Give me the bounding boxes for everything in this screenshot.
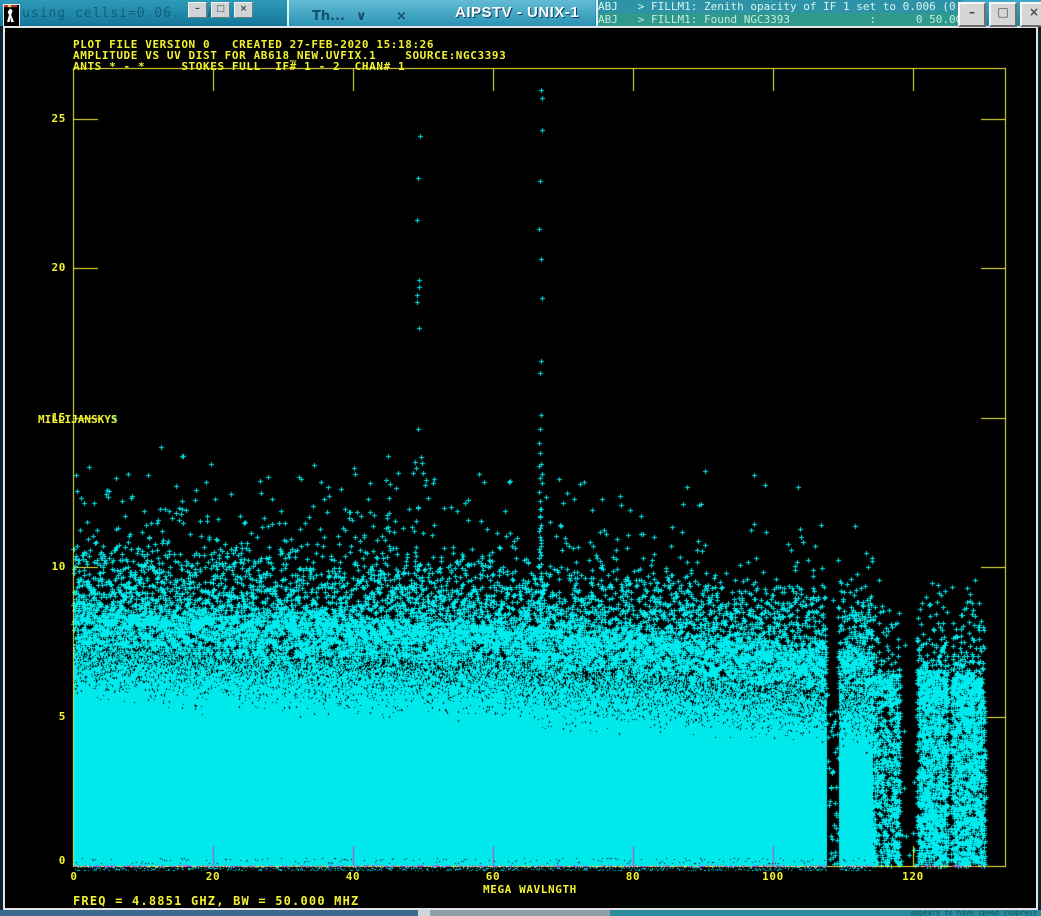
background-text-fragment: appears to have speed suppress xyxy=(610,910,1041,916)
window-controls: – □ × xyxy=(958,2,1041,27)
x-axis-label: MEGA WAVLNGTH xyxy=(483,883,577,896)
x-tick-label: 20 xyxy=(205,870,221,883)
window-edge-divider xyxy=(287,0,289,26)
chevron-down-icon[interactable]: ∨ xyxy=(356,9,367,24)
window-title: AIPSTV - UNIX-1 xyxy=(455,4,580,21)
x-tick-label: 60 xyxy=(485,870,501,883)
terminal-message-line: ABJ > FILLM1: Zenith opacity of IF 1 set… xyxy=(598,0,963,13)
background-terminal-window-titlebar[interactable]: using cellsi=0.06. IMAG – □ × xyxy=(0,0,287,26)
x-tick-label: 120 xyxy=(902,870,924,883)
y-tick-label: 20 xyxy=(51,261,66,274)
maximize-icon[interactable]: □ xyxy=(989,2,1017,27)
taskbar-fragment xyxy=(0,910,418,916)
x-tick-label: 0 xyxy=(70,870,78,883)
taskbar-fragment xyxy=(430,910,610,916)
minimize-icon[interactable]: – xyxy=(188,2,207,18)
y-tick-label: 0 xyxy=(58,854,66,867)
aipstv-titlebar[interactable]: using cellsi=0.06. IMAG – □ × Th... ∨ × … xyxy=(0,0,1041,27)
maximize-icon[interactable]: □ xyxy=(211,2,230,18)
y-tick-label: 25 xyxy=(51,112,66,125)
minimize-icon[interactable]: – xyxy=(958,2,986,27)
taskbar-fragment xyxy=(418,910,430,916)
background-window-controls: – □ × xyxy=(188,2,253,18)
x-tick-label: 100 xyxy=(762,870,784,883)
desktop-screen: using cellsi=0.06. IMAG – □ × Th... ∨ × … xyxy=(0,0,1041,916)
close-icon[interactable]: × xyxy=(234,2,253,18)
bottom-edge-strip: appears to have speed suppress xyxy=(0,910,1041,916)
y-tick-label: 10 xyxy=(51,560,66,573)
tab-label[interactable]: Th... xyxy=(312,9,345,24)
x-tick-label: 80 xyxy=(625,870,641,883)
aips-icon[interactable] xyxy=(3,4,20,27)
y-tick-label: 5 xyxy=(58,710,66,723)
close-icon[interactable]: × xyxy=(1020,2,1041,27)
aipstv-display-area xyxy=(3,26,1038,910)
background-message-terminal: ABJ > FILLM1: Zenith opacity of IF 1 set… xyxy=(598,0,963,26)
tab-close-icon[interactable]: × xyxy=(396,9,407,24)
plot-header-line3: ANTS * - * STOKES FULL IF# 1 - 2 CHAN# 1 xyxy=(73,60,406,73)
terminal-message-line: ABJ > FILLM1: Found NGC3393 : 0 50.000 M… xyxy=(598,13,963,26)
plot-footer-freq: FREQ = 4.8851 GHZ, BW = 50.000 MHZ xyxy=(73,894,360,908)
x-tick-label: 40 xyxy=(345,870,361,883)
y-axis-label: MILLIJANSKYS xyxy=(38,413,117,426)
